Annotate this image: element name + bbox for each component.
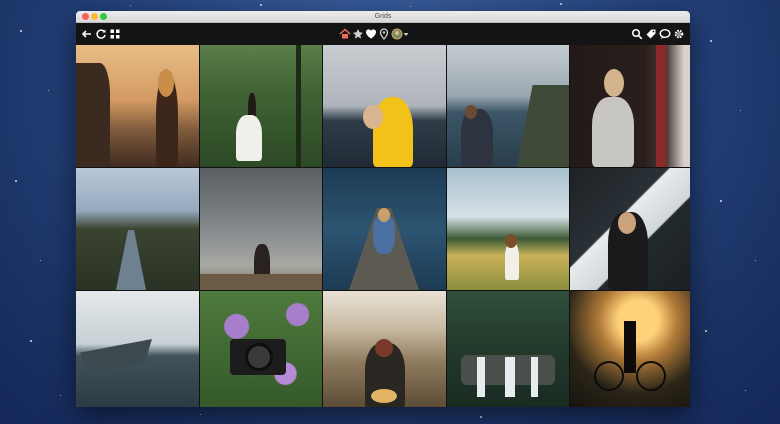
photo-tile-yellow-raincoat-lake[interactable] — [323, 45, 446, 167]
figure-face — [618, 212, 636, 234]
waterfall — [531, 357, 538, 397]
photo-tile-woman-shadow-portrait[interactable] — [570, 168, 690, 290]
star-icon[interactable] — [351, 27, 365, 41]
figure-hair — [158, 69, 174, 97]
heart-icon[interactable] — [364, 27, 378, 41]
star — [130, 5, 131, 6]
toolbar — [76, 23, 690, 45]
figure-couple — [461, 109, 493, 167]
photo-tile-river-valley[interactable] — [76, 168, 199, 290]
star — [30, 340, 32, 342]
photo-tile-woman-storm-field[interactable] — [200, 168, 322, 290]
figure-red-hat — [375, 339, 393, 357]
photo-tile-man-by-window[interactable] — [570, 45, 690, 167]
curtain — [656, 45, 666, 167]
camera-lens — [245, 343, 273, 371]
bicycle-wheel — [594, 361, 624, 391]
river — [116, 230, 146, 290]
star — [15, 180, 17, 182]
photo-tile-rowboat-on-water[interactable] — [76, 291, 199, 407]
figure-man-sweater — [592, 97, 634, 167]
home-icon[interactable] — [338, 27, 352, 41]
coast-cliff — [517, 85, 569, 167]
photo-tile-person-in-dry-grass[interactable] — [323, 291, 446, 407]
waterfall — [477, 357, 485, 397]
gear-icon[interactable] — [672, 27, 686, 41]
photo-tile-woman-green-meadow[interactable] — [447, 168, 569, 290]
star — [40, 260, 41, 261]
tag-icon[interactable] — [644, 27, 658, 41]
bicycle-wheel — [636, 361, 666, 391]
star — [200, 414, 201, 415]
figure-white-dress — [236, 115, 262, 161]
grid-view-icon[interactable] — [108, 27, 122, 41]
location-pin-icon[interactable] — [377, 27, 391, 41]
star — [745, 390, 746, 391]
dropdown-caret-icon[interactable] — [402, 27, 410, 41]
star — [480, 416, 482, 418]
cliff-shape — [76, 63, 110, 167]
star — [705, 330, 707, 332]
star — [410, 6, 411, 7]
back-arrow-icon[interactable] — [80, 27, 94, 41]
field — [200, 274, 322, 290]
photo-tile-woman-white-dress-forest[interactable] — [200, 45, 322, 167]
photo-tile-cyclist-silhouette[interactable] — [570, 291, 690, 407]
search-icon[interactable] — [630, 27, 644, 41]
waterfall — [505, 357, 515, 397]
star — [710, 40, 712, 42]
title-bar: Grids — [76, 11, 690, 23]
figure-hair — [363, 105, 383, 129]
tree-trunk — [296, 45, 301, 167]
photo-grid — [76, 45, 690, 407]
star — [260, 4, 262, 6]
photo-tile-woman-on-pier[interactable] — [323, 168, 446, 290]
star — [755, 260, 756, 261]
photo-tile-woman-at-sunset-cliff[interactable] — [76, 45, 199, 167]
held-object — [371, 389, 397, 403]
star — [60, 395, 61, 396]
rowboat — [80, 339, 152, 373]
refresh-icon[interactable] — [94, 27, 108, 41]
figure-head — [505, 234, 517, 248]
star — [740, 110, 741, 111]
figure-cyclist — [624, 321, 636, 373]
star — [20, 30, 22, 32]
chat-bubble-icon[interactable] — [658, 27, 672, 41]
window-title: Grids — [374, 13, 392, 20]
app-window: Grids — [76, 11, 690, 407]
star — [48, 90, 49, 91]
photo-tile-camera-among-flowers[interactable] — [200, 291, 322, 407]
star — [560, 3, 562, 5]
photo-tile-forest-waterfall[interactable] — [447, 291, 569, 407]
photo-tile-couple-embracing-coast[interactable] — [447, 45, 569, 167]
figure-head — [604, 69, 624, 97]
figure-head — [465, 105, 477, 119]
figure-head — [378, 208, 390, 222]
star — [720, 200, 722, 202]
